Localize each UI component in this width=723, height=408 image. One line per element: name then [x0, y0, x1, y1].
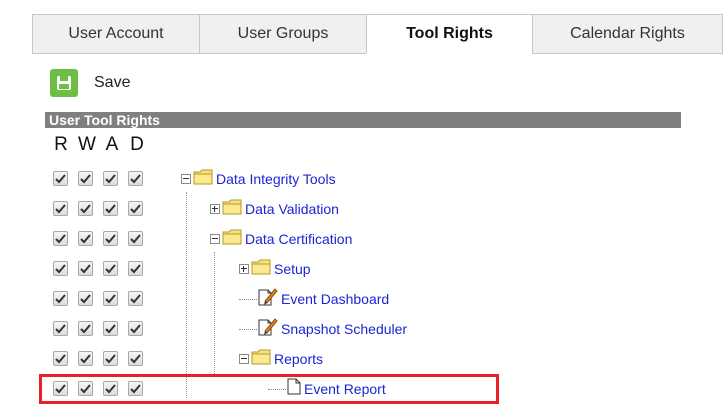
delete-checkbox[interactable] — [128, 381, 143, 396]
tree-row: Setup — [45, 255, 665, 285]
delete-checkbox[interactable] — [128, 231, 143, 246]
write-checkbox[interactable] — [78, 291, 93, 306]
write-checkbox[interactable] — [78, 261, 93, 276]
write-checkbox[interactable] — [78, 351, 93, 366]
delete-checkbox[interactable] — [128, 351, 143, 366]
folder-icon — [251, 349, 271, 370]
tree-node: Data Integrity Tools — [181, 169, 336, 189]
folder-icon — [251, 259, 271, 280]
tree-node: Snapshot Scheduler — [239, 317, 407, 341]
tree-node-label[interactable]: Event Dashboard — [281, 291, 389, 307]
edit-page-icon — [258, 317, 278, 341]
tree-row: Data Validation — [45, 195, 665, 225]
write-checkbox[interactable] — [78, 381, 93, 396]
read-checkbox[interactable] — [53, 171, 68, 186]
section-header: User Tool Rights — [45, 112, 681, 128]
column-header-read: R — [54, 134, 68, 155]
tree-node-label[interactable]: Data Integrity Tools — [216, 171, 336, 187]
folder-icon — [222, 229, 242, 250]
tree-row: Event Dashboard — [45, 285, 665, 315]
tree-connector — [239, 298, 257, 300]
expand-icon[interactable] — [239, 264, 249, 274]
write-checkbox[interactable] — [78, 321, 93, 336]
delete-checkbox[interactable] — [128, 171, 143, 186]
tree-connector — [268, 388, 286, 390]
tree-row: Snapshot Scheduler — [45, 315, 665, 345]
read-checkbox[interactable] — [53, 291, 68, 306]
tab-bar: User Account User Groups Tool Rights Cal… — [32, 14, 723, 54]
folder-icon — [193, 169, 213, 190]
tree-connector — [239, 328, 257, 330]
delete-checkbox[interactable] — [128, 261, 143, 276]
tool-rights-panel: User Account User Groups Tool Rights Cal… — [0, 0, 723, 408]
read-checkbox[interactable] — [53, 261, 68, 276]
tree-node: Event Dashboard — [239, 287, 389, 311]
folder-icon — [222, 199, 242, 220]
tree-row: Data Integrity Tools — [45, 165, 665, 195]
read-checkbox[interactable] — [53, 201, 68, 216]
tree-node: Data Certification — [210, 229, 352, 249]
collapse-icon[interactable] — [210, 234, 220, 244]
add-checkbox[interactable] — [103, 171, 118, 186]
add-checkbox[interactable] — [103, 381, 118, 396]
add-checkbox[interactable] — [103, 231, 118, 246]
tree-node-label[interactable]: Data Validation — [245, 201, 339, 217]
tree-node: Setup — [239, 259, 311, 279]
collapse-icon[interactable] — [181, 174, 191, 184]
page-icon — [287, 378, 301, 400]
tree-node: Data Validation — [210, 199, 339, 219]
save-button[interactable]: Save — [50, 68, 130, 98]
active-tab-gap — [366, 53, 532, 54]
read-checkbox[interactable] — [53, 381, 68, 396]
tab-tool-rights[interactable]: Tool Rights — [366, 14, 533, 54]
delete-checkbox[interactable] — [128, 201, 143, 216]
collapse-icon[interactable] — [239, 354, 249, 364]
tree-row: Event Report — [45, 375, 665, 405]
delete-checkbox[interactable] — [128, 321, 143, 336]
tree-node-label[interactable]: Setup — [274, 261, 311, 277]
tree-node-label[interactable]: Reports — [274, 351, 323, 367]
write-checkbox[interactable] — [78, 171, 93, 186]
add-checkbox[interactable] — [103, 351, 118, 366]
tree-row: Reports — [45, 345, 665, 375]
write-checkbox[interactable] — [78, 201, 93, 216]
add-checkbox[interactable] — [103, 201, 118, 216]
column-header-delete: D — [130, 134, 144, 155]
write-checkbox[interactable] — [78, 231, 93, 246]
edit-page-icon — [258, 287, 278, 311]
column-header-add: A — [105, 134, 119, 155]
read-checkbox[interactable] — [53, 351, 68, 366]
tree-node: Reports — [239, 349, 323, 369]
tree-node-label[interactable]: Snapshot Scheduler — [281, 321, 407, 337]
add-checkbox[interactable] — [103, 321, 118, 336]
tree-node: Event Report — [268, 378, 386, 400]
column-header-write: W — [78, 134, 96, 155]
save-icon — [50, 69, 78, 97]
add-checkbox[interactable] — [103, 291, 118, 306]
read-checkbox[interactable] — [53, 231, 68, 246]
tab-user-groups[interactable]: User Groups — [199, 14, 367, 54]
delete-checkbox[interactable] — [128, 291, 143, 306]
tree-node-label[interactable]: Event Report — [304, 381, 386, 397]
save-label: Save — [94, 74, 131, 91]
read-checkbox[interactable] — [53, 321, 68, 336]
tab-calendar-rights[interactable]: Calendar Rights — [532, 14, 723, 54]
tree-row: Data Certification — [45, 225, 665, 255]
expand-icon[interactable] — [210, 204, 220, 214]
add-checkbox[interactable] — [103, 261, 118, 276]
tab-user-account[interactable]: User Account — [32, 14, 200, 54]
tree-node-label[interactable]: Data Certification — [245, 231, 352, 247]
